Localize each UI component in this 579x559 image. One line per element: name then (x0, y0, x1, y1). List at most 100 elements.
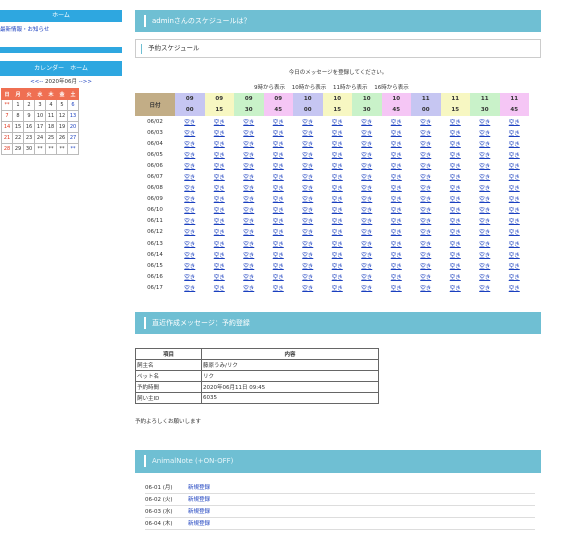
calendar-day[interactable]: 17 (34, 121, 46, 133)
available-slot-link[interactable]: 空き (332, 175, 343, 181)
available-slot-link[interactable]: 空き (391, 275, 402, 281)
available-slot-link[interactable]: 空き (509, 219, 520, 225)
available-slot-link[interactable]: 空き (332, 275, 343, 281)
available-slot-link[interactable]: 空き (420, 286, 431, 292)
available-slot-link[interactable]: 空き (302, 153, 313, 159)
available-slot-link[interactable]: 空き (391, 120, 402, 126)
available-slot-link[interactable]: 空き (214, 264, 225, 270)
available-slot-link[interactable]: 空き (391, 208, 402, 214)
available-slot-link[interactable]: 空き (479, 286, 490, 292)
available-slot-link[interactable]: 空き (420, 120, 431, 126)
available-slot-link[interactable]: 空き (479, 131, 490, 137)
available-slot-link[interactable]: 空き (391, 164, 402, 170)
available-slot-link[interactable]: 空き (420, 230, 431, 236)
new-registration-link[interactable]: 新規登録 (188, 494, 210, 505)
available-slot-link[interactable]: 空き (420, 175, 431, 181)
available-slot-link[interactable]: 空き (450, 142, 461, 148)
available-slot-link[interactable]: 空き (214, 242, 225, 248)
available-slot-link[interactable]: 空き (361, 197, 372, 203)
available-slot-link[interactable]: 空き (243, 142, 254, 148)
available-slot-link[interactable]: 空き (509, 142, 520, 148)
new-registration-link[interactable]: 新規登録 (188, 506, 210, 517)
available-slot-link[interactable]: 空き (214, 164, 225, 170)
calendar-day[interactable]: 3 (34, 99, 46, 111)
available-slot-link[interactable]: 空き (273, 131, 284, 137)
available-slot-link[interactable]: 空き (361, 186, 372, 192)
available-slot-link[interactable]: 空き (361, 120, 372, 126)
available-slot-link[interactable]: 空き (420, 264, 431, 270)
calendar-day[interactable]: 20 (67, 121, 79, 133)
available-slot-link[interactable]: 空き (509, 186, 520, 192)
available-slot-link[interactable]: 空き (450, 131, 461, 137)
available-slot-link[interactable]: 空き (361, 153, 372, 159)
available-slot-link[interactable]: 空き (450, 153, 461, 159)
available-slot-link[interactable]: 空き (243, 286, 254, 292)
calendar-day[interactable]: 19 (56, 121, 68, 133)
calendar-day[interactable]: 29 (12, 143, 24, 155)
calendar-day[interactable]: 18 (45, 121, 57, 133)
available-slot-link[interactable]: 空き (273, 186, 284, 192)
view-link-9[interactable]: 9時から表示 (254, 85, 285, 91)
calendar-day[interactable]: 2 (23, 99, 35, 111)
available-slot-link[interactable]: 空き (479, 186, 490, 192)
available-slot-link[interactable]: 空き (214, 131, 225, 137)
available-slot-link[interactable]: 空き (302, 219, 313, 225)
available-slot-link[interactable]: 空き (450, 230, 461, 236)
available-slot-link[interactable]: 空き (214, 175, 225, 181)
available-slot-link[interactable]: 空き (332, 253, 343, 259)
available-slot-link[interactable]: 空き (391, 219, 402, 225)
calendar-day[interactable]: 11 (45, 110, 57, 122)
available-slot-link[interactable]: 空き (479, 219, 490, 225)
available-slot-link[interactable]: 空き (391, 286, 402, 292)
available-slot-link[interactable]: 空き (420, 164, 431, 170)
calendar-day[interactable]: 15 (12, 121, 24, 133)
available-slot-link[interactable]: 空き (450, 286, 461, 292)
available-slot-link[interactable]: 空き (391, 131, 402, 137)
available-slot-link[interactable]: 空き (302, 275, 313, 281)
available-slot-link[interactable]: 空き (243, 131, 254, 137)
view-link-11[interactable]: 11時から表示 (333, 85, 368, 91)
available-slot-link[interactable]: 空き (332, 208, 343, 214)
available-slot-link[interactable]: 空き (391, 242, 402, 248)
available-slot-link[interactable]: 空き (361, 142, 372, 148)
available-slot-link[interactable]: 空き (273, 242, 284, 248)
available-slot-link[interactable]: 空き (214, 230, 225, 236)
available-slot-link[interactable]: 空き (332, 230, 343, 236)
available-slot-link[interactable]: 空き (420, 219, 431, 225)
available-slot-link[interactable]: 空き (479, 153, 490, 159)
calendar-day[interactable]: 26 (56, 132, 68, 144)
animal-note-title[interactable]: AnimalNote (+ON-OFF) (135, 449, 541, 473)
calendar-day[interactable]: 6 (67, 99, 79, 111)
available-slot-link[interactable]: 空き (420, 197, 431, 203)
available-slot-link[interactable]: 空き (479, 208, 490, 214)
available-slot-link[interactable]: 空き (509, 264, 520, 270)
available-slot-link[interactable]: 空き (420, 131, 431, 137)
available-slot-link[interactable]: 空き (184, 186, 195, 192)
available-slot-link[interactable]: 空き (509, 208, 520, 214)
available-slot-link[interactable]: 空き (391, 142, 402, 148)
available-slot-link[interactable]: 空き (273, 253, 284, 259)
calendar-day[interactable]: 14 (1, 121, 13, 133)
available-slot-link[interactable]: 空き (361, 164, 372, 170)
available-slot-link[interactable]: 空き (509, 230, 520, 236)
available-slot-link[interactable]: 空き (420, 208, 431, 214)
available-slot-link[interactable]: 空き (450, 264, 461, 270)
available-slot-link[interactable]: 空き (184, 197, 195, 203)
available-slot-link[interactable]: 空き (184, 275, 195, 281)
available-slot-link[interactable]: 空き (391, 264, 402, 270)
available-slot-link[interactable]: 空き (243, 153, 254, 159)
available-slot-link[interactable]: 空き (273, 275, 284, 281)
available-slot-link[interactable]: 空き (332, 286, 343, 292)
available-slot-link[interactable]: 空き (214, 286, 225, 292)
available-slot-link[interactable]: 空き (450, 164, 461, 170)
calendar-day[interactable]: 30 (23, 143, 35, 155)
calendar-day[interactable]: 1 (12, 99, 24, 111)
available-slot-link[interactable]: 空き (184, 264, 195, 270)
available-slot-link[interactable]: 空き (509, 286, 520, 292)
available-slot-link[interactable]: 空き (302, 197, 313, 203)
calendar-day[interactable]: 21 (1, 132, 13, 144)
available-slot-link[interactable]: 空き (420, 153, 431, 159)
available-slot-link[interactable]: 空き (391, 230, 402, 236)
available-slot-link[interactable]: 空き (332, 153, 343, 159)
available-slot-link[interactable]: 空き (273, 164, 284, 170)
